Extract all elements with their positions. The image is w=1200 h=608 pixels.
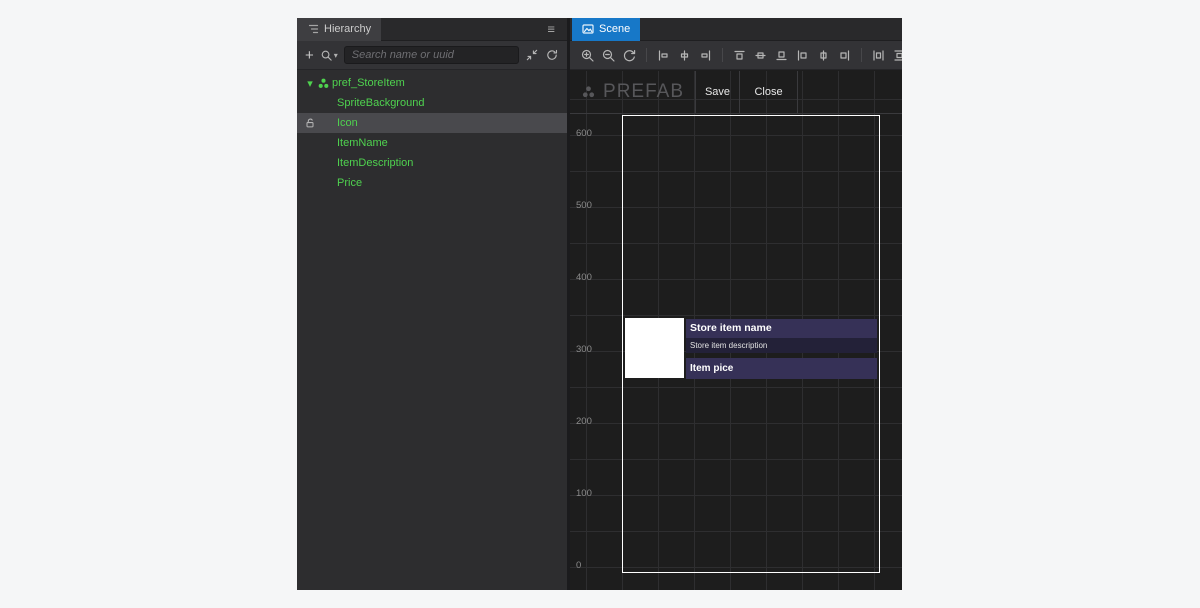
align-top-icon[interactable]	[732, 48, 747, 63]
prefab-logo: PREFAB	[570, 71, 695, 113]
tab-hierarchy[interactable]: Hierarchy	[297, 18, 381, 41]
scene-panel: Scene	[570, 18, 902, 590]
prefab-bar-divider	[797, 71, 798, 113]
toolbar-separator	[646, 48, 647, 62]
reset-view-icon[interactable]	[622, 48, 637, 63]
search-input[interactable]	[344, 46, 519, 64]
store-item-name-label[interactable]: Store item name	[686, 319, 877, 338]
panel-menu-icon[interactable]: ≡	[547, 22, 555, 37]
scene-tab-label: Scene	[599, 23, 630, 35]
ruler-label-100: 100	[576, 488, 592, 499]
scene-viewport[interactable]: PREFAB Save Close 600 500 400 300 200 10…	[570, 71, 902, 590]
tree-item-label: Price	[337, 177, 362, 189]
tree-item-price[interactable]: Price	[297, 173, 567, 193]
prefab-bar: PREFAB Save Close	[570, 71, 902, 114]
collapse-all-icon	[525, 48, 539, 62]
tree-item-pref-storeitem[interactable]: ▾ pref_StoreItem	[297, 73, 567, 93]
ruler-label-0: 0	[576, 560, 581, 571]
hierarchy-panel: Hierarchy ≡ + ▾	[297, 18, 567, 590]
ruler-label-400: 400	[576, 272, 592, 283]
refresh-button[interactable]	[545, 48, 559, 62]
align-right-icon[interactable]	[837, 48, 852, 63]
toolbar-separator	[722, 48, 723, 62]
tree-item-itemname[interactable]: ItemName	[297, 133, 567, 153]
store-item-description-label[interactable]: Store item description	[686, 338, 877, 353]
chevron-down-icon: ▾	[334, 51, 338, 60]
align-middle-icon[interactable]	[753, 48, 768, 63]
search-filter-button[interactable]: ▾	[320, 49, 338, 62]
snap-center-icon[interactable]	[677, 48, 692, 63]
add-node-button[interactable]: +	[305, 48, 314, 63]
tree-item-label: pref_StoreItem	[332, 77, 405, 89]
prefab-logo-icon	[581, 81, 596, 103]
collapse-all-button[interactable]	[525, 48, 539, 62]
close-button[interactable]: Close	[739, 71, 797, 113]
hierarchy-tree: ▾ pref_StoreItem SpriteBackground	[297, 70, 567, 590]
tree-item-label: ItemName	[337, 137, 388, 149]
refresh-icon	[545, 48, 559, 62]
lock-icon[interactable]	[303, 117, 317, 129]
save-button[interactable]: Save	[695, 71, 739, 113]
toolbar-separator	[861, 48, 862, 62]
disclosure-arrow-icon[interactable]: ▾	[303, 77, 317, 90]
hierarchy-toolbar: + ▾	[297, 41, 567, 70]
tab-scene[interactable]: Scene	[572, 18, 640, 41]
tree-item-spritebackground[interactable]: SpriteBackground	[297, 93, 567, 113]
tree-item-label: ItemDescription	[337, 157, 413, 169]
hierarchy-tree-icon	[307, 23, 319, 35]
hierarchy-header: Hierarchy ≡	[297, 18, 567, 41]
distribute-vertical-icon[interactable]	[892, 48, 902, 63]
align-center-icon[interactable]	[816, 48, 831, 63]
scene-toolbar	[570, 41, 902, 70]
scene-image-icon	[582, 23, 594, 35]
hierarchy-tab-label: Hierarchy	[324, 23, 371, 35]
zoom-in-icon[interactable]	[580, 48, 595, 63]
align-left-icon[interactable]	[795, 48, 810, 63]
store-item-price-label[interactable]: Item pice	[686, 358, 877, 379]
search-icon	[320, 49, 333, 62]
snap-left-icon[interactable]	[656, 48, 671, 63]
prefab-icon	[317, 77, 332, 90]
distribute-horizontal-icon[interactable]	[871, 48, 886, 63]
ruler-label-300: 300	[576, 344, 592, 355]
snap-right-icon[interactable]	[698, 48, 713, 63]
editor-window: Hierarchy ≡ + ▾	[297, 18, 902, 590]
ruler-label-500: 500	[576, 200, 592, 211]
tree-item-itemdescription[interactable]: ItemDescription	[297, 153, 567, 173]
tree-item-icon[interactable]: Icon	[297, 113, 567, 133]
align-bottom-icon[interactable]	[774, 48, 789, 63]
ruler-label-200: 200	[576, 416, 592, 427]
scene-header: Scene	[570, 18, 902, 41]
zoom-out-icon[interactable]	[601, 48, 616, 63]
ruler-label-600: 600	[576, 128, 592, 139]
store-item-icon-sprite[interactable]	[625, 318, 684, 378]
tree-item-label: Icon	[337, 117, 358, 129]
tree-item-label: SpriteBackground	[337, 97, 424, 109]
prefab-title: PREFAB	[603, 81, 684, 103]
